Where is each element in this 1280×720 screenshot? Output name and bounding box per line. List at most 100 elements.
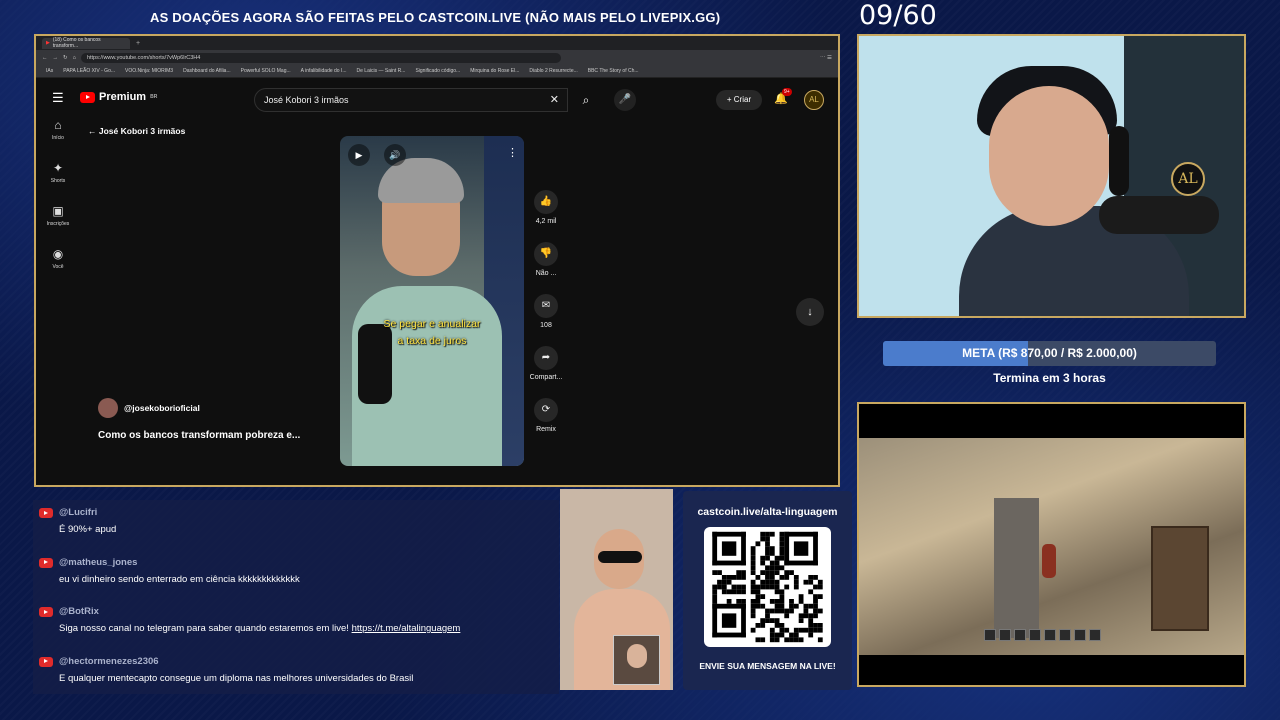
caption-line-1: Se pegar e anualizar (383, 318, 481, 330)
voice-search-button[interactable]: 🎤 (614, 89, 636, 111)
chat-message: @BotRix Siga nosso canal no telegram para… (33, 599, 559, 649)
goal-text: META (R$ 870,00 / R$ 2.000,00) (962, 346, 1137, 360)
tab-bar: ▶ (18) Como os bancos transform... + (36, 36, 838, 50)
youtube-favicon-icon: ▶ (46, 40, 50, 46)
nav-item-voc[interactable]: ◉ Você (36, 247, 80, 290)
guest-video (560, 489, 673, 690)
menu-icon[interactable]: ☰ (52, 90, 64, 106)
youtube-page: ☰ Premium BR José Kobori 3 irmãos ✕ ⌕ 🎤 … (36, 78, 838, 485)
back-label: José Kobori 3 irmãos (98, 126, 186, 136)
bookmark-item[interactable]: PAPA LEÃO XIV - Go... (63, 68, 115, 74)
chat-message: @Lucifri É 90%+ apud (33, 500, 559, 550)
goal-ends: Termina em 3 horas (993, 371, 1106, 385)
play-icon[interactable]: ▶ (348, 144, 370, 166)
browser-window: ▶ (18) Como os bancos transform... + ← →… (34, 34, 840, 487)
forward-icon[interactable]: → (53, 55, 59, 61)
url-field[interactable]: https://www.youtube.com/shorts/7vWp6lrC3… (80, 52, 561, 63)
extensions-icon[interactable]: ⋯ ☰ (820, 55, 832, 61)
live-chat: @Lucifri É 90%+ apud @matheus_jones eu vi d… (33, 500, 559, 694)
search-icon: ⌕ (582, 93, 590, 107)
chat-username: @hectormenezes2306 (59, 655, 159, 667)
nav-item-incio[interactable]: ⌂ Início (36, 118, 80, 161)
bookmark-item[interactable]: VOO.Ninja: MIORIM3 (125, 68, 173, 74)
browser-tab[interactable]: ▶ (18) Como os bancos transform... (42, 37, 130, 49)
search-button[interactable]: ⌕ (568, 88, 604, 112)
game-hotbar (984, 629, 1144, 643)
chat-link[interactable]: https://t.me/altalinguagem (352, 623, 461, 634)
chat-message: @hectormenezes2306 E qualquer mentecapto … (33, 649, 559, 699)
chat-text: E qualquer mentecapto consegue um diplom… (59, 673, 559, 684)
next-short-button[interactable]: ↓ (796, 298, 824, 326)
bookmark-item[interactable]: Mirquina do Rose El... (470, 68, 519, 74)
youtube-logo[interactable]: Premium BR (80, 91, 157, 103)
youtube-icon (39, 656, 53, 667)
comments-label: 108 (540, 322, 552, 329)
remix-label: Remix (536, 426, 556, 433)
more-options-icon[interactable]: ⋮ (507, 146, 518, 159)
dislike-icon: 👎 (534, 242, 558, 266)
game-scene (859, 438, 1244, 655)
clear-search-icon[interactable]: ✕ (550, 93, 559, 106)
new-tab-icon[interactable]: + (136, 40, 140, 47)
share-button[interactable]: ➦ Compart... (528, 346, 564, 398)
nav-icon: ▣ (52, 204, 64, 218)
tab-title: (18) Como os bancos transform... (52, 37, 101, 49)
chat-text-content: Siga nosso canal no telegram para saber … (59, 623, 352, 634)
chat-text: eu vi dinheiro sendo enterrado em ciênci… (59, 574, 559, 585)
chat-text-content: É 90%+ apud (59, 524, 117, 535)
chat-text: É 90%+ apud (59, 524, 559, 535)
side-nav: ⌂ Início ✦ Shorts ▣ Inscrições ◉ Você (36, 118, 80, 290)
donation-banner: AS DOAÇÕES AGORA SÃO FEITAS PELO CASTCOI… (150, 10, 721, 25)
search-input[interactable]: José Kobori 3 irmãos ✕ (254, 88, 568, 112)
nav-label: Inscrições (46, 221, 70, 227)
channel-logo-badge: AL (1171, 162, 1205, 196)
reload-icon[interactable]: ↻ (63, 55, 68, 61)
channel-row[interactable]: @josekoborioficial (98, 398, 200, 418)
like-icon: 👍 (534, 190, 558, 214)
bookmark-item[interactable]: A infalibilidade do I... (301, 68, 347, 74)
video-caption: Se pegar e anualizar a taxa de juros (340, 316, 524, 350)
nav-item-inscries[interactable]: ▣ Inscrições (36, 204, 80, 247)
home-icon[interactable]: ⌂ (73, 55, 76, 61)
chat-username: @BotRix (59, 606, 99, 617)
back-icon[interactable]: ← (42, 55, 48, 61)
youtube-icon (39, 607, 53, 617)
channel-avatar[interactable] (98, 398, 118, 418)
bookmark-item[interactable]: Diablo 2 Resurrecte... (529, 68, 577, 74)
short-video-player[interactable]: ▶ 🔊 ⋮ Se pegar e anualizar a taxa de jur… (340, 136, 524, 466)
back-to-results[interactable]: ← José Kobori 3 irmãos (88, 126, 185, 136)
dislike-button[interactable]: 👎 Não ... (528, 242, 564, 294)
qr-code (704, 527, 831, 647)
bookmark-item[interactable]: Powerful SOLO Mag... (241, 68, 291, 74)
nav-icon: ✦ (52, 161, 64, 175)
bookmark-item[interactable]: Dashboard do Afilia... (183, 68, 231, 74)
avatar[interactable]: AL (804, 90, 824, 110)
bookmark-item[interactable]: BBC The Story of Ch... (588, 68, 639, 74)
guest-sunglasses (598, 551, 642, 563)
channel-name[interactable]: @josekoborioficial (124, 403, 200, 413)
short-actions: 👍 4,2 mil 👎 Não ... ✉ 108 ➦ Compart... ⟳ Remix (528, 190, 564, 450)
bookmark-item[interactable]: IAs (46, 68, 53, 74)
comments-button[interactable]: ✉ 108 (528, 294, 564, 346)
video-title[interactable]: Como os bancos transformam pobreza e... (98, 430, 300, 441)
share-label: Compart... (529, 374, 563, 381)
volume-icon[interactable]: 🔊 (384, 144, 406, 166)
dislike-label: Não ... (535, 270, 557, 277)
comments-icon: ✉ (534, 294, 558, 318)
bookmark-item[interactable]: De Laicis — Saint R... (357, 68, 406, 74)
bookmark-item[interactable]: Significado código... (415, 68, 460, 74)
chat-text: Siga nosso canal no telegram para saber … (59, 623, 559, 634)
search-value: José Kobori 3 irmãos (264, 95, 349, 105)
caption-line-2: a taxa de juros (397, 335, 467, 347)
nav-item-shorts[interactable]: ✦ Shorts (36, 161, 80, 204)
remix-button[interactable]: ⟳ Remix (528, 398, 564, 450)
chat-username: @Lucifri (59, 507, 98, 518)
url-text: https://www.youtube.com/shorts/7vWp6lrC3… (86, 54, 201, 61)
microphone (1099, 196, 1219, 234)
nav-label: Início (52, 135, 64, 141)
like-button[interactable]: 👍 4,2 mil (528, 190, 564, 242)
inset-photo (613, 635, 660, 685)
youtube-header: ☰ Premium BR José Kobori 3 irmãos ✕ ⌕ 🎤 … (36, 84, 838, 114)
create-button[interactable]: + Criar (716, 90, 762, 110)
logo-region: BR (150, 94, 158, 100)
